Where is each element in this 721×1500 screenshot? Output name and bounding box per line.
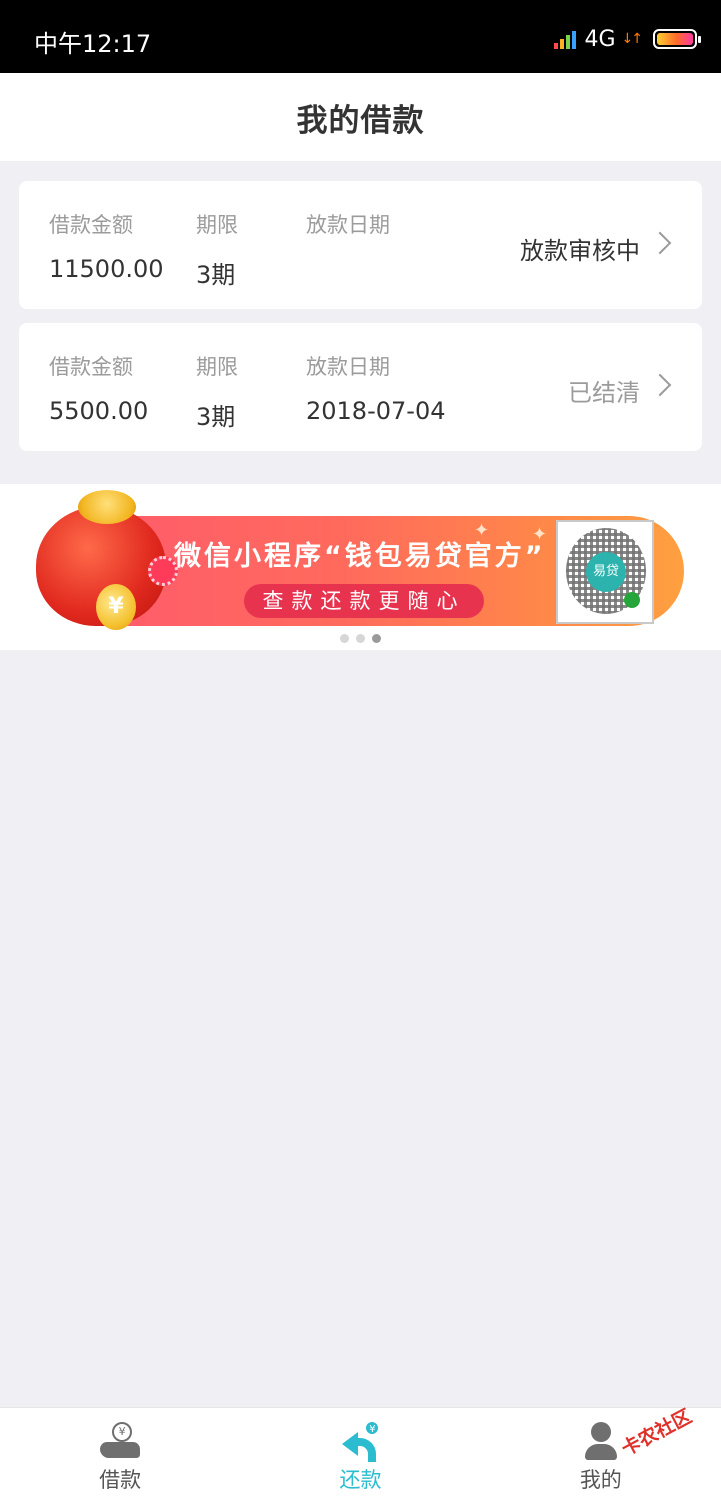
term-label: 期限 (196, 355, 238, 379)
carousel-dot (356, 634, 365, 643)
date-label: 放款日期 (306, 355, 390, 379)
battery-icon (653, 29, 701, 49)
status-indicators: 4G ↓↑ (554, 26, 701, 52)
banner-subline: 查款还款更随心 (244, 584, 484, 618)
borrow-icon: ¥ (98, 1422, 142, 1462)
carousel-indicator (340, 634, 381, 643)
page-header: 我的借款 (0, 73, 721, 161)
date-label: 放款日期 (306, 213, 390, 237)
signal-bars-icon (554, 29, 577, 49)
tab-borrow[interactable]: ¥ 借款 (0, 1408, 240, 1500)
sparkle-icon: ✦ (532, 524, 548, 545)
loan-term: 3期 (196, 261, 236, 289)
coin-stack-icon (78, 490, 136, 524)
bottom-tab-bar: ¥ 借款 ¥ 还款 我的 (0, 1407, 721, 1500)
qr-code-image: 易贷 (556, 520, 654, 624)
user-icon (579, 1422, 623, 1462)
carousel-dot (340, 634, 349, 643)
amount-label: 借款金额 (49, 213, 133, 237)
mini-program-icon (624, 592, 640, 608)
loan-status: 放款审核中 (520, 237, 640, 265)
carousel-dot-active (372, 634, 381, 643)
amount-label: 借款金额 (49, 355, 133, 379)
status-bar: 中午12:17 4G ↓↑ (0, 0, 721, 73)
sparkle-icon: ✦ (474, 520, 490, 541)
loan-amount: 5500.00 (49, 397, 149, 425)
network-type: 4G (584, 26, 616, 52)
loan-card[interactable]: 借款金额 期限 放款日期 5500.00 3期 2018-07-04 已结清 (19, 323, 702, 451)
chevron-right-icon (648, 231, 672, 255)
repay-icon: ¥ (338, 1420, 382, 1462)
loan-date: 2018-07-04 (306, 397, 446, 425)
tab-repay[interactable]: ¥ 还款 (240, 1408, 480, 1500)
coin-icon: ¥ (96, 584, 136, 630)
flower-knot-icon (148, 556, 178, 586)
tab-label: 还款 (339, 1468, 382, 1492)
term-label: 期限 (196, 213, 238, 237)
banner-headline: 微信小程序“钱包易贷官方” (174, 541, 546, 572)
loan-amount: 11500.00 (49, 255, 164, 283)
data-activity-icon: ↓↑ (621, 31, 644, 47)
tab-label: 我的 (579, 1468, 622, 1492)
tab-label: 借款 (99, 1468, 142, 1492)
chevron-right-icon (648, 373, 672, 397)
loan-card[interactable]: 借款金额 期限 放款日期 11500.00 3期 放款审核中 (19, 181, 702, 309)
loan-term: 3期 (196, 403, 236, 431)
page-title: 我的借款 (296, 102, 425, 139)
status-time: 中午12:17 (34, 30, 152, 58)
loan-status: 已结清 (568, 379, 640, 407)
promo-banner-carousel[interactable]: 微信小程序“钱包易贷官方” 查款还款更随心 ✦ ✦ ¥ 易贷 (0, 484, 721, 650)
qr-logo: 易贷 (586, 552, 626, 592)
